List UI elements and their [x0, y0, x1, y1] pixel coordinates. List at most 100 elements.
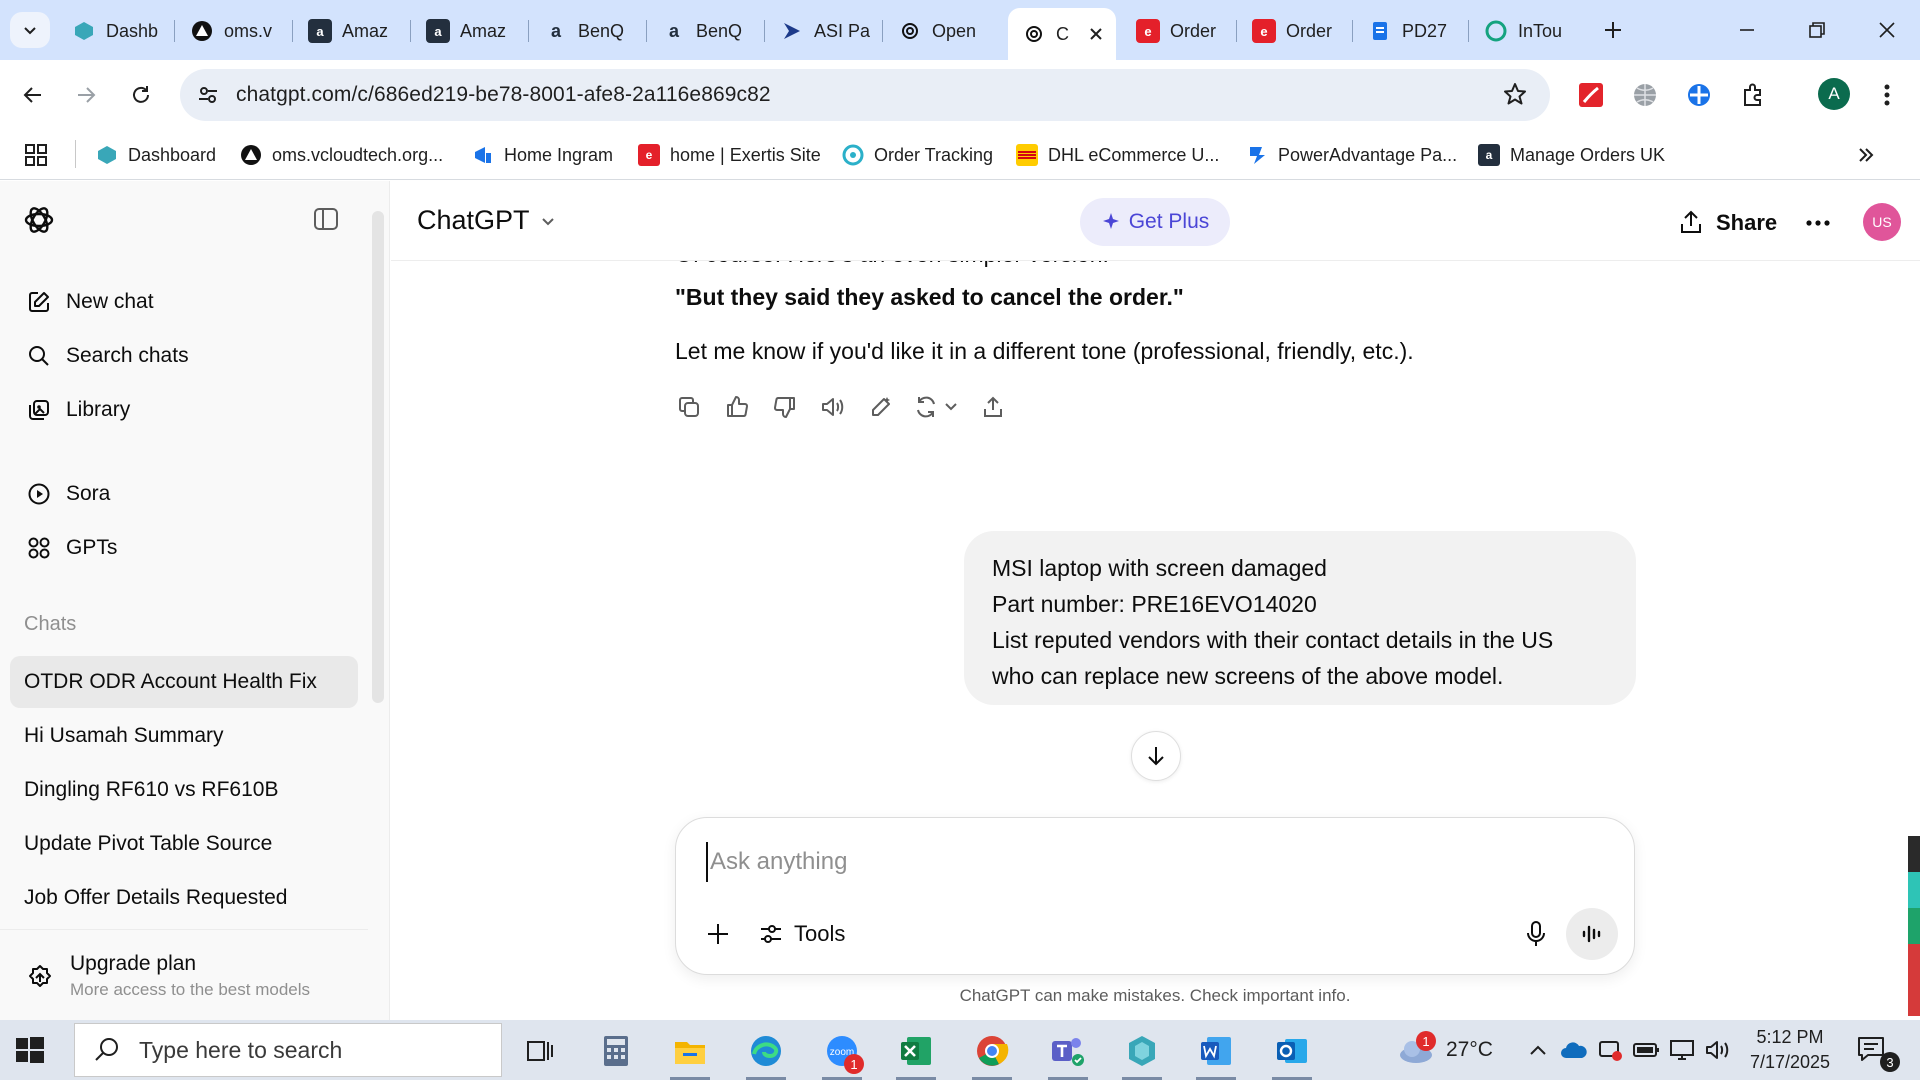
word-app[interactable]: [1192, 1028, 1240, 1080]
browser-profile-avatar[interactable]: A: [1818, 78, 1850, 110]
browser-tab[interactable]: ASI Pa: [766, 12, 876, 50]
browser-tab[interactable]: a Amaz: [294, 12, 404, 50]
browser-tab[interactable]: Open: [884, 12, 994, 50]
onedrive-tray-icon[interactable]: [1560, 1036, 1588, 1064]
sidebar-item-new-chat[interactable]: New chat: [10, 279, 358, 325]
outlook-app[interactable]: [1268, 1028, 1316, 1080]
reload-button[interactable]: [121, 75, 161, 115]
bookmark-dashboard[interactable]: Dashboard: [96, 138, 216, 172]
sidebar-panel-icon: [314, 208, 338, 230]
sidebar-item-gpts[interactable]: GPTs: [10, 525, 358, 571]
chat-history-item[interactable]: Hi Usamah Summary: [10, 710, 358, 762]
close-window-button[interactable]: [1862, 10, 1912, 50]
upgrade-plan-button[interactable]: Upgrade plan More access to the best mod…: [0, 929, 368, 1019]
tools-button[interactable]: Tools: [758, 916, 845, 952]
globe-extension-icon[interactable]: [1630, 80, 1660, 110]
chrome-app[interactable]: [968, 1028, 1016, 1080]
chat-history-item[interactable]: Update Pivot Table Source: [10, 818, 358, 870]
bookmark-oms[interactable]: oms.vcloudtech.org...: [240, 138, 443, 172]
browser-tab[interactable]: e Order: [1238, 12, 1348, 50]
close-tab-button[interactable]: [1085, 23, 1107, 45]
scroll-to-bottom-button[interactable]: [1131, 731, 1181, 781]
taskbar-clock[interactable]: 5:12 PM 7/17/2025: [1740, 1025, 1840, 1075]
sidebar-item-search-chats[interactable]: Search chats: [10, 333, 358, 379]
browser-tab-active[interactable]: C: [1008, 8, 1116, 60]
site-info-icon[interactable]: [194, 81, 222, 109]
bookmark-manage-orders[interactable]: a Manage Orders UK: [1478, 138, 1665, 172]
teams-app[interactable]: [1044, 1028, 1092, 1080]
edit-canvas-button[interactable]: [865, 391, 897, 423]
weather-widget[interactable]: 1 27°C: [1398, 1030, 1493, 1070]
bookmark-dhl[interactable]: DHL eCommerce U...: [1016, 138, 1219, 172]
puzzle-extensions-icon[interactable]: [1738, 80, 1768, 110]
browser-tab[interactable]: oms.v: [176, 12, 286, 50]
bookmark-home-ingram[interactable]: Home Ingram: [472, 138, 613, 172]
voice-mode-button[interactable]: [1566, 908, 1618, 960]
browser-tab[interactable]: Dashb: [58, 12, 168, 50]
minimize-button[interactable]: [1722, 10, 1772, 50]
thumbs-up-button[interactable]: [721, 391, 753, 423]
volume-tray-icon[interactable]: [1704, 1036, 1732, 1064]
openai-logo-icon[interactable]: [22, 203, 56, 237]
tab-search-button[interactable]: [10, 12, 50, 48]
sidebar-toggle-button[interactable]: [312, 205, 342, 235]
zoom-app[interactable]: zoom 1: [818, 1028, 866, 1080]
prompt-input[interactable]: [706, 842, 1586, 882]
browser-tab[interactable]: a BenQ: [530, 12, 640, 50]
amazon-icon: a: [668, 20, 679, 41]
excel-app[interactable]: [892, 1028, 940, 1080]
restore-button[interactable]: [1792, 10, 1842, 50]
security-tray-icon[interactable]: [1596, 1036, 1624, 1064]
network-tray-icon[interactable]: [1668, 1036, 1696, 1064]
sidebar-item-library[interactable]: Library: [10, 387, 358, 433]
windows-taskbar: Type here to search zoom 1 1 27°C 5:12 P…: [0, 1020, 1920, 1080]
more-bookmarks-button[interactable]: [1856, 138, 1876, 172]
start-button[interactable]: [14, 1034, 46, 1066]
browser-tab[interactable]: InTou: [1470, 12, 1584, 50]
url-text[interactable]: chatgpt.com/c/686ed219-be78-8001-afe8-2a…: [236, 83, 771, 107]
taskbar-search-box[interactable]: Type here to search: [74, 1023, 502, 1077]
chat-history-item[interactable]: OTDR ODR Account Health Fix: [10, 656, 358, 708]
show-hidden-icons-button[interactable]: [1524, 1036, 1552, 1064]
edge-browser-app[interactable]: [742, 1028, 790, 1080]
user-avatar[interactable]: US: [1863, 203, 1901, 241]
kebab-menu-icon[interactable]: [1872, 80, 1902, 110]
apps-button[interactable]: [24, 138, 48, 172]
calculator-app[interactable]: [592, 1028, 640, 1074]
share-label: Share: [1716, 210, 1778, 235]
regenerate-button[interactable]: [913, 391, 961, 423]
browser-tab[interactable]: a Amaz: [412, 12, 522, 50]
share-button[interactable]: Share: [1678, 203, 1777, 243]
chat-history-item[interactable]: Job Offer Details Requested: [10, 872, 358, 924]
attach-button[interactable]: [700, 916, 736, 952]
forward-button[interactable]: [66, 75, 106, 115]
read-aloud-button[interactable]: [817, 391, 849, 423]
sidebar-scrollbar[interactable]: [372, 211, 384, 703]
bookmark-star-icon[interactable]: [1502, 81, 1530, 109]
thumbs-down-button[interactable]: [769, 391, 801, 423]
copy-button[interactable]: [673, 391, 705, 423]
bookmark-order-tracking[interactable]: Order Tracking: [842, 138, 993, 172]
browser-tab[interactable]: a BenQ: [648, 12, 758, 50]
bookmark-poweradvantage[interactable]: PowerAdvantage Pa...: [1246, 138, 1457, 172]
share-message-button[interactable]: [977, 391, 1009, 423]
back-button[interactable]: [13, 75, 53, 115]
hexagon-app[interactable]: [1118, 1028, 1166, 1080]
file-explorer-app[interactable]: [666, 1028, 714, 1080]
sidebar-item-sora[interactable]: Sora: [10, 471, 358, 517]
browser-tab[interactable]: e Order: [1122, 12, 1232, 50]
chat-history-item[interactable]: Dingling RF610 vs RF610B: [10, 764, 358, 816]
get-plus-button[interactable]: Get Plus: [1080, 198, 1230, 246]
browser-tab[interactable]: PD27: [1354, 12, 1464, 50]
task-view-button[interactable]: [516, 1028, 564, 1074]
more-options-button[interactable]: [1800, 205, 1836, 241]
battery-tray-icon[interactable]: [1632, 1036, 1660, 1064]
address-bar[interactable]: chatgpt.com/c/686ed219-be78-8001-afe8-2a…: [180, 69, 1550, 121]
target-extension-icon[interactable]: [1684, 80, 1714, 110]
bookmark-exertis[interactable]: e home | Exertis Site: [638, 138, 821, 172]
dictate-button[interactable]: [1518, 916, 1554, 952]
model-selector[interactable]: ChatGPT: [417, 205, 556, 236]
pdf-extension-icon[interactable]: [1576, 80, 1606, 110]
new-tab-button[interactable]: [1597, 14, 1629, 46]
temperature-text: 27°C: [1446, 1038, 1493, 1061]
